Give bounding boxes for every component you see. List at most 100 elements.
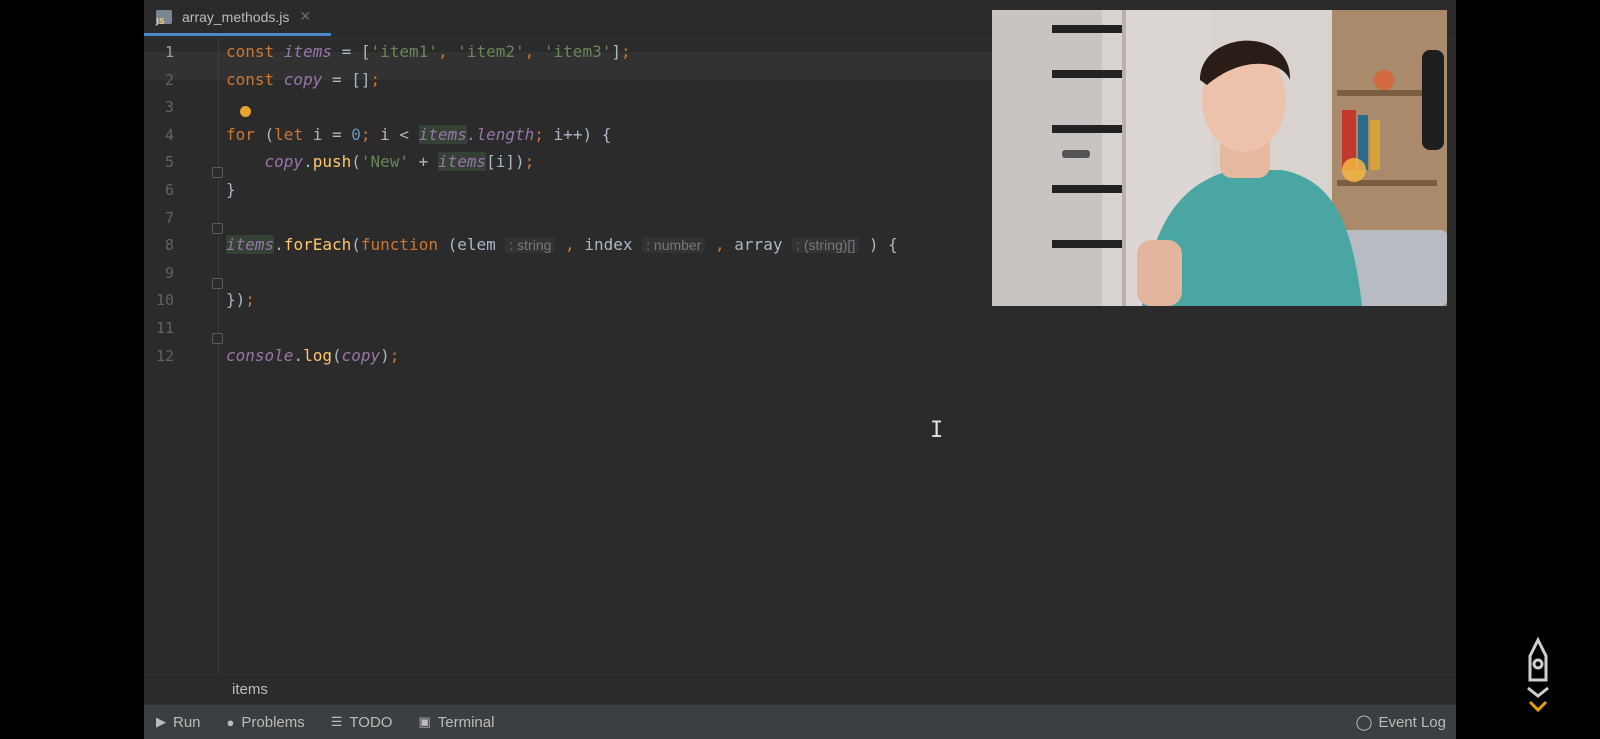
code-token: 'item2' <box>457 42 525 61</box>
code-token: i < <box>380 124 419 144</box>
code-token: ; <box>524 152 535 172</box>
code-token: (elem <box>447 235 506 255</box>
todo-tool-button[interactable]: ☰ TODO <box>331 714 393 731</box>
close-tab-icon[interactable]: ✕ <box>299 8 311 25</box>
line-number: 12 <box>155 346 174 365</box>
code-token: ; <box>370 69 381 89</box>
code-token: = [ <box>331 42 371 61</box>
breadcrumb: items <box>144 674 1456 703</box>
code-line[interactable]: const copy = []; <box>226 66 380 94</box>
terminal-tool-button[interactable]: ▣ Terminal <box>418 714 494 731</box>
code-line[interactable]: copy.push('New' + items[i]); <box>226 148 534 176</box>
code-token: 'item1' <box>370 42 438 61</box>
code-token: copy <box>341 345 381 365</box>
code-line[interactable]: console.log(copy); <box>226 342 399 370</box>
code-token: const <box>226 69 284 89</box>
code-token: ) { <box>859 235 898 255</box>
parameter-type-hint: : string <box>505 237 556 254</box>
line-number: 8 <box>164 236 174 255</box>
tool-window-bar: ▶ Run ● Problems ☰ TODO ▣ Terminal ◯ Eve… <box>144 704 1456 739</box>
parameter-type-hint: : (string)[] <box>792 237 860 254</box>
code-token: items <box>418 124 467 144</box>
intention-bulb-icon[interactable] <box>240 106 251 117</box>
webcam-overlay <box>992 10 1447 306</box>
fold-marker-icon[interactable] <box>212 278 223 289</box>
tab-array-methods[interactable]: JS array_methods.js ✕ <box>144 0 331 36</box>
code-line[interactable]: } <box>226 176 236 204</box>
code-line[interactable]: for (let i = 0; i < items.length; i++) { <box>226 121 611 149</box>
code-token: ; <box>245 290 255 310</box>
parameter-type-hint: : number <box>642 237 706 254</box>
code-line[interactable]: }); <box>226 286 255 314</box>
text-cursor-icon: I <box>930 418 944 443</box>
code-token: ( <box>351 152 361 172</box>
code-token: log <box>303 345 332 365</box>
code-token: ] <box>611 42 621 61</box>
code-token: i = <box>312 124 352 144</box>
code-token: console <box>226 345 294 365</box>
line-number: 2 <box>164 70 174 89</box>
code-token: , <box>437 42 458 61</box>
chat-bubble-icon: ◯ <box>1355 714 1373 731</box>
problems-tool-button[interactable]: ● Problems <box>227 714 305 731</box>
code-token: + <box>409 152 438 172</box>
line-number: 1 <box>164 43 174 61</box>
code-token: ; <box>620 42 631 61</box>
code-token: , <box>565 235 575 255</box>
fold-marker-icon[interactable] <box>212 167 223 178</box>
code-token: const <box>226 42 284 61</box>
js-file-icon: JS <box>156 8 174 26</box>
code-token: . <box>303 152 313 172</box>
code-token: items <box>437 152 487 172</box>
code-token: ( <box>264 124 275 144</box>
play-icon: ▶ <box>156 714 166 729</box>
terminal-icon: ▣ <box>418 714 431 729</box>
tab-label: array_methods.js <box>182 8 290 25</box>
code-token: i++) { <box>553 124 612 144</box>
code-token: ) <box>380 345 390 365</box>
code-token: .length <box>466 124 535 144</box>
code-token: ; <box>389 345 400 365</box>
code-line[interactable]: items.forEach(function (elem : string , … <box>226 231 898 259</box>
info-circle-icon: ● <box>226 714 235 730</box>
list-icon: ☰ <box>330 714 343 729</box>
code-token: items <box>283 42 332 61</box>
rocket-icon[interactable] <box>1518 636 1558 716</box>
line-number: 6 <box>164 181 174 199</box>
fold-marker-icon[interactable] <box>212 333 223 344</box>
code-token: ; <box>360 124 381 144</box>
code-token: push <box>312 152 352 172</box>
code-token: , <box>715 235 725 255</box>
code-token: [i]) <box>486 152 525 172</box>
line-number: 11 <box>155 319 174 337</box>
code-token: forEach <box>283 235 352 255</box>
line-number: 9 <box>164 263 174 282</box>
code-token: index <box>574 235 643 255</box>
code-line[interactable]: const items = ['item1', 'item2', 'item3'… <box>226 38 631 66</box>
code-token: 'item3' <box>543 42 612 61</box>
line-number: 5 <box>164 153 174 172</box>
code-token: , <box>524 42 544 61</box>
code-token: ( <box>331 345 342 365</box>
code-token: let <box>274 124 313 144</box>
line-number: 10 <box>155 291 174 310</box>
code-token: . <box>293 345 304 365</box>
code-token: for <box>226 124 265 144</box>
code-token: ; <box>534 124 554 144</box>
line-number: 4 <box>164 125 174 144</box>
presenter-video-image <box>992 10 1447 306</box>
line-number-gutter: 1 2 3 4 5 6 7 8 9 10 11 12 <box>144 38 218 674</box>
line-number: 3 <box>164 98 174 117</box>
code-token: . <box>274 235 284 255</box>
event-log-button[interactable]: ◯ Event Log <box>1356 705 1446 739</box>
fold-marker-icon[interactable] <box>212 223 223 234</box>
code-token: 0 <box>351 124 361 144</box>
run-tool-button[interactable]: ▶ Run <box>156 714 201 731</box>
breadcrumb-item[interactable]: items <box>232 681 268 698</box>
code-token: = [] <box>322 69 371 89</box>
code-token: array <box>724 235 793 255</box>
code-token: } <box>226 180 236 199</box>
